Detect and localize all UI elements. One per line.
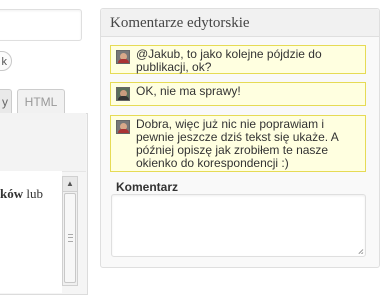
permalink-edit-button[interactable]: k bbox=[0, 51, 12, 71]
comment-textarea[interactable] bbox=[111, 194, 366, 257]
tab-html[interactable]: HTML bbox=[17, 89, 65, 113]
comment-field-label: Komentarz bbox=[116, 180, 179, 194]
comment-item: OK, nie ma sprawy! bbox=[110, 82, 366, 106]
comment-item: @Jakub, to jako kolejne pójdzie do publi… bbox=[110, 45, 366, 74]
avatar bbox=[116, 87, 130, 101]
avatar bbox=[116, 120, 130, 134]
title-input[interactable] bbox=[0, 9, 82, 41]
scroll-thumb[interactable] bbox=[64, 193, 76, 283]
tab-visual[interactable]: y bbox=[0, 89, 12, 113]
scroll-up-icon[interactable]: ▲ bbox=[63, 177, 77, 192]
comment-text: OK, nie ma sprawy! bbox=[136, 84, 241, 98]
panel-header[interactable]: Komentarze edytorskie bbox=[101, 9, 379, 37]
avatar bbox=[116, 50, 130, 64]
editor-bold-text: ków bbox=[0, 186, 24, 201]
resize-grip-icon[interactable] bbox=[356, 246, 364, 254]
editor-content-text: ków lub bbox=[0, 186, 43, 202]
comment-text: Dobra, więc już nic nie poprawiam i pewn… bbox=[136, 117, 339, 170]
comment-text: @Jakub, to jako kolejne pójdzie do publi… bbox=[136, 47, 322, 74]
editor-scrollbar[interactable]: ▲ bbox=[62, 176, 78, 286]
grip-icon bbox=[68, 234, 73, 242]
editorial-comments-panel: Komentarze edytorskie @Jakub, to jako ko… bbox=[100, 8, 380, 268]
editor-toolbar bbox=[0, 113, 86, 172]
editor-plain-text: lub bbox=[23, 186, 43, 201]
comment-item: Dobra, więc już nic nie poprawiam i pewn… bbox=[110, 115, 366, 172]
panel-title: Komentarze edytorskie bbox=[110, 15, 250, 31]
